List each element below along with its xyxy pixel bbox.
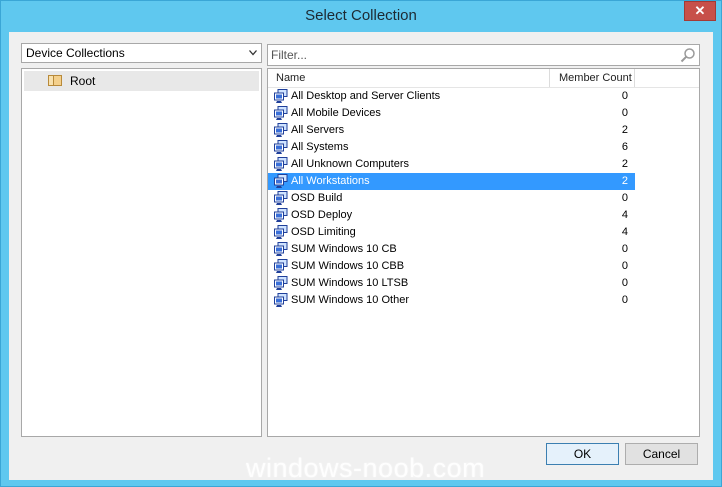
- list-header: Name Member Count: [268, 69, 699, 88]
- column-divider[interactable]: [634, 69, 635, 87]
- collection-name: SUM Windows 10 CBB: [291, 260, 405, 272]
- column-header-name[interactable]: Name: [276, 72, 305, 84]
- search-icon[interactable]: [680, 47, 696, 63]
- select-collection-window: Select Collection ✕ Device Collections R…: [0, 0, 722, 487]
- device-collection-icon: [274, 140, 288, 154]
- device-collection-icon: [274, 276, 288, 290]
- device-collection-icon: [274, 293, 288, 307]
- table-row[interactable]: All Systems 6: [268, 139, 635, 156]
- device-collection-icon: [274, 191, 288, 205]
- member-count: 6: [621, 141, 628, 153]
- window-title: Select Collection: [305, 7, 417, 24]
- table-row[interactable]: OSD Limiting 4: [268, 224, 635, 241]
- collection-name: OSD Build: [291, 192, 343, 204]
- tree-item-root[interactable]: Root: [24, 71, 259, 91]
- table-row[interactable]: OSD Build 0: [268, 190, 635, 207]
- member-count: 0: [621, 294, 628, 306]
- member-count: 4: [621, 209, 628, 221]
- collection-type-value: Device Collections: [26, 46, 125, 60]
- ok-button[interactable]: OK: [546, 443, 619, 465]
- collection-name: All Systems: [291, 141, 349, 153]
- collection-name: All Workstations: [291, 175, 370, 187]
- table-row[interactable]: All Workstations 2: [268, 173, 635, 190]
- member-count: 0: [621, 192, 628, 204]
- close-icon: ✕: [694, 3, 706, 18]
- device-collection-icon: [274, 174, 288, 188]
- member-count: 0: [621, 243, 628, 255]
- collection-name: All Servers: [291, 124, 345, 136]
- table-row[interactable]: SUM Windows 10 CB 0: [268, 241, 635, 258]
- member-count: 0: [621, 260, 628, 272]
- table-row[interactable]: SUM Windows 10 Other 0: [268, 292, 635, 309]
- table-row[interactable]: All Desktop and Server Clients 0: [268, 88, 635, 105]
- collection-name: SUM Windows 10 CB: [291, 243, 397, 255]
- device-collection-icon: [274, 157, 288, 171]
- folder-icon: [48, 75, 62, 86]
- device-collection-icon: [274, 123, 288, 137]
- table-row[interactable]: All Mobile Devices 0: [268, 105, 635, 122]
- folder-tree[interactable]: Root: [21, 68, 262, 437]
- table-row[interactable]: SUM Windows 10 LTSB 0: [268, 275, 635, 292]
- collection-type-dropdown[interactable]: Device Collections: [21, 43, 262, 63]
- close-button[interactable]: ✕: [684, 1, 716, 21]
- filter-input[interactable]: [271, 47, 671, 63]
- member-count: 2: [621, 158, 628, 170]
- column-divider[interactable]: [549, 69, 550, 87]
- collection-name: All Desktop and Server Clients: [291, 90, 441, 102]
- table-row[interactable]: OSD Deploy 4: [268, 207, 635, 224]
- collection-name: OSD Deploy: [291, 209, 353, 221]
- device-collection-icon: [274, 259, 288, 273]
- member-count: 2: [621, 175, 628, 187]
- member-count: 0: [621, 107, 628, 119]
- collection-name: SUM Windows 10 Other: [291, 294, 409, 306]
- device-collection-icon: [274, 225, 288, 239]
- collection-list[interactable]: Name Member Count All Desktop and Server…: [267, 68, 700, 437]
- table-row[interactable]: All Servers 2: [268, 122, 635, 139]
- collection-name: OSD Limiting: [291, 226, 356, 238]
- member-count: 2: [621, 124, 628, 136]
- collection-name: SUM Windows 10 LTSB: [291, 277, 409, 289]
- table-row[interactable]: SUM Windows 10 CBB 0: [268, 258, 635, 275]
- dialog-body: Device Collections Root Name: [9, 32, 713, 480]
- member-count: 4: [621, 226, 628, 238]
- collection-name: All Mobile Devices: [291, 107, 381, 119]
- table-row[interactable]: All Unknown Computers 2: [268, 156, 635, 173]
- cancel-button[interactable]: Cancel: [625, 443, 698, 465]
- device-collection-icon: [274, 242, 288, 256]
- column-header-member-count[interactable]: Member Count: [559, 72, 632, 84]
- member-count: 0: [621, 277, 628, 289]
- chevron-down-icon: [249, 50, 257, 56]
- collection-name: All Unknown Computers: [291, 158, 409, 170]
- tree-item-label: Root: [70, 74, 96, 88]
- device-collection-icon: [274, 208, 288, 222]
- member-count: 0: [621, 90, 628, 102]
- device-collection-icon: [274, 89, 288, 103]
- device-collection-icon: [274, 106, 288, 120]
- filter-box: [267, 44, 700, 66]
- title-bar[interactable]: Select Collection ✕: [1, 1, 721, 32]
- watermark: windows-noob.com: [246, 453, 486, 483]
